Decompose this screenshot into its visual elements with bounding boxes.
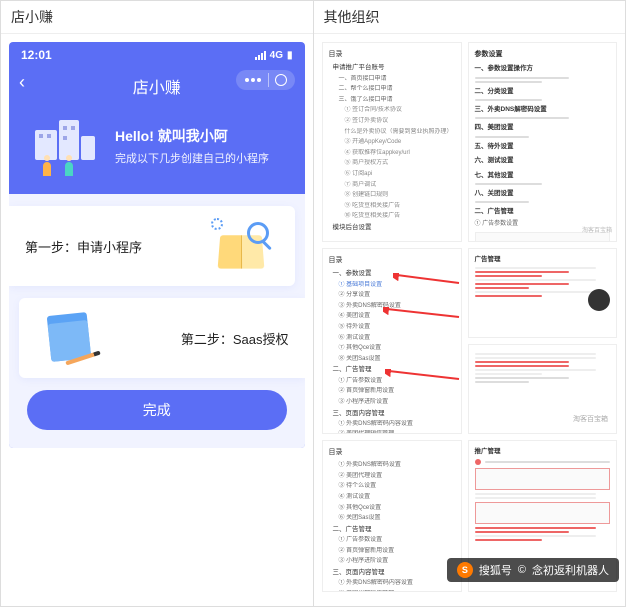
column-right-header: 其他组织	[314, 1, 626, 34]
comparison-table: 店小赚 12:01 4G ▮ ‹ 店小赚	[0, 0, 626, 607]
hero-illustration	[23, 116, 105, 176]
hero-title: Hello! 就叫我小阿	[115, 126, 269, 146]
thumb-shot-1[interactable]: 参数设置 一、参数设置操作方 二、分类设置 三、外卖DNS解密码设置 四、美团设…	[468, 42, 618, 242]
divider: ©	[518, 564, 526, 576]
toc3-list: ① 外卖DNS解密码设置 ② 美团代理设置 ③ 待个么设置 ④ 测试设置 ⑤ 其…	[329, 461, 455, 592]
sohu-icon: S	[457, 562, 473, 578]
watermark-2: 淘客百宝箱	[573, 414, 608, 425]
miniprogram-capsule[interactable]	[236, 70, 295, 90]
badge-platform: 搜狐号	[479, 562, 512, 578]
phone-status-bar: 12:01 4G ▮	[9, 42, 305, 64]
toc1-title: 目录	[329, 49, 455, 60]
thumb-row-2: 目录 一、参数设置 ① 基础项目设置 ② 分享设置 ③ 外卖DNS解密码设置 ④…	[322, 248, 618, 434]
column-left-body: 12:01 4G ▮ ‹ 店小赚	[1, 34, 313, 594]
thumbnails-wrap: 目录 申请推广平台账号 一、首页接口申请 二、帮个么接口申请 三、饿了么接口申请…	[322, 42, 618, 592]
step2-label: 第二步：Saas授权	[181, 329, 289, 348]
source-badge[interactable]: S 搜狐号 © 念初返利机器人	[447, 558, 619, 582]
step2-illustration	[35, 312, 105, 364]
battery-icon: ▮	[287, 50, 293, 61]
thumb-toc-2[interactable]: 目录 一、参数设置 ① 基础项目设置 ② 分享设置 ③ 外卖DNS解密码设置 ④…	[322, 248, 462, 434]
step-card-1[interactable]: 第一步：申请小程序	[9, 206, 295, 286]
column-right-body: 目录 申请推广平台账号 一、首页接口申请 二、帮个么接口申请 三、饿了么接口申请…	[314, 34, 626, 606]
signal-icon	[255, 51, 266, 60]
column-left-header: 店小赚	[1, 1, 313, 34]
step1-label: 第一步：申请小程序	[25, 237, 142, 256]
hero-subtitle: 完成以下几步创建自己的小程序	[115, 150, 269, 166]
more-icon[interactable]	[245, 78, 249, 82]
hero-section: Hello! 就叫我小阿 完成以下几步创建自己的小程序	[9, 112, 305, 194]
badge-author: 念初返利机器人	[532, 562, 609, 578]
shot1-title: 参数设置	[475, 49, 611, 60]
thumb-shot-2[interactable]: 广告管理	[468, 248, 618, 338]
toc1-list: 申请推广平台账号 一、首页接口申请 二、帮个么接口申请 三、饿了么接口申请 ① …	[329, 63, 455, 233]
thumb-shot-3[interactable]: 淘客百宝箱	[468, 344, 618, 434]
column-left: 店小赚 12:01 4G ▮ ‹ 店小赚	[1, 1, 314, 606]
magnifier-icon	[247, 222, 269, 244]
avatar-icon	[588, 289, 610, 311]
status-time: 12:01	[21, 48, 52, 62]
toc3-title: 目录	[329, 447, 455, 458]
toc2-list: 一、参数设置 ① 基础项目设置 ② 分享设置 ③ 外卖DNS解密码设置 ④ 美团…	[329, 269, 455, 434]
status-right: 4G ▮	[255, 50, 293, 61]
watermark-1: 淘客百宝箱	[582, 227, 612, 237]
column-right: 其他组织 目录 申请推广平台账号 一、首页接口申请 二、帮个么接口申请 三、饿了…	[314, 1, 626, 606]
back-icon[interactable]: ‹	[19, 72, 25, 93]
thumb-toc-1[interactable]: 目录 申请推广平台账号 一、首页接口申请 二、帮个么接口申请 三、饿了么接口申请…	[322, 42, 462, 242]
thumb-toc-3[interactable]: 目录 ① 外卖DNS解密码设置 ② 美团代理设置 ③ 待个么设置 ④ 测试设置 …	[322, 440, 462, 592]
thumb-row-1: 目录 申请推广平台账号 一、首页接口申请 二、帮个么接口申请 三、饿了么接口申请…	[322, 42, 618, 242]
phone-body: 第一步：申请小程序 第二步：Saas授权	[9, 194, 305, 448]
close-icon[interactable]	[275, 74, 287, 86]
phone-mockup: 12:01 4G ▮ ‹ 店小赚	[9, 42, 305, 448]
done-button[interactable]: 完成	[27, 390, 287, 430]
signal-label: 4G	[270, 50, 283, 61]
red-dot-icon	[475, 459, 481, 465]
phone-nav-bar: ‹ 店小赚	[9, 64, 305, 112]
phone-app-title: 店小赚	[133, 74, 181, 98]
step1-illustration	[209, 220, 279, 272]
step-card-2[interactable]: 第二步：Saas授权	[19, 298, 305, 378]
hero-text: Hello! 就叫我小阿 完成以下几步创建自己的小程序	[115, 126, 269, 166]
toc2-title: 目录	[329, 255, 455, 266]
